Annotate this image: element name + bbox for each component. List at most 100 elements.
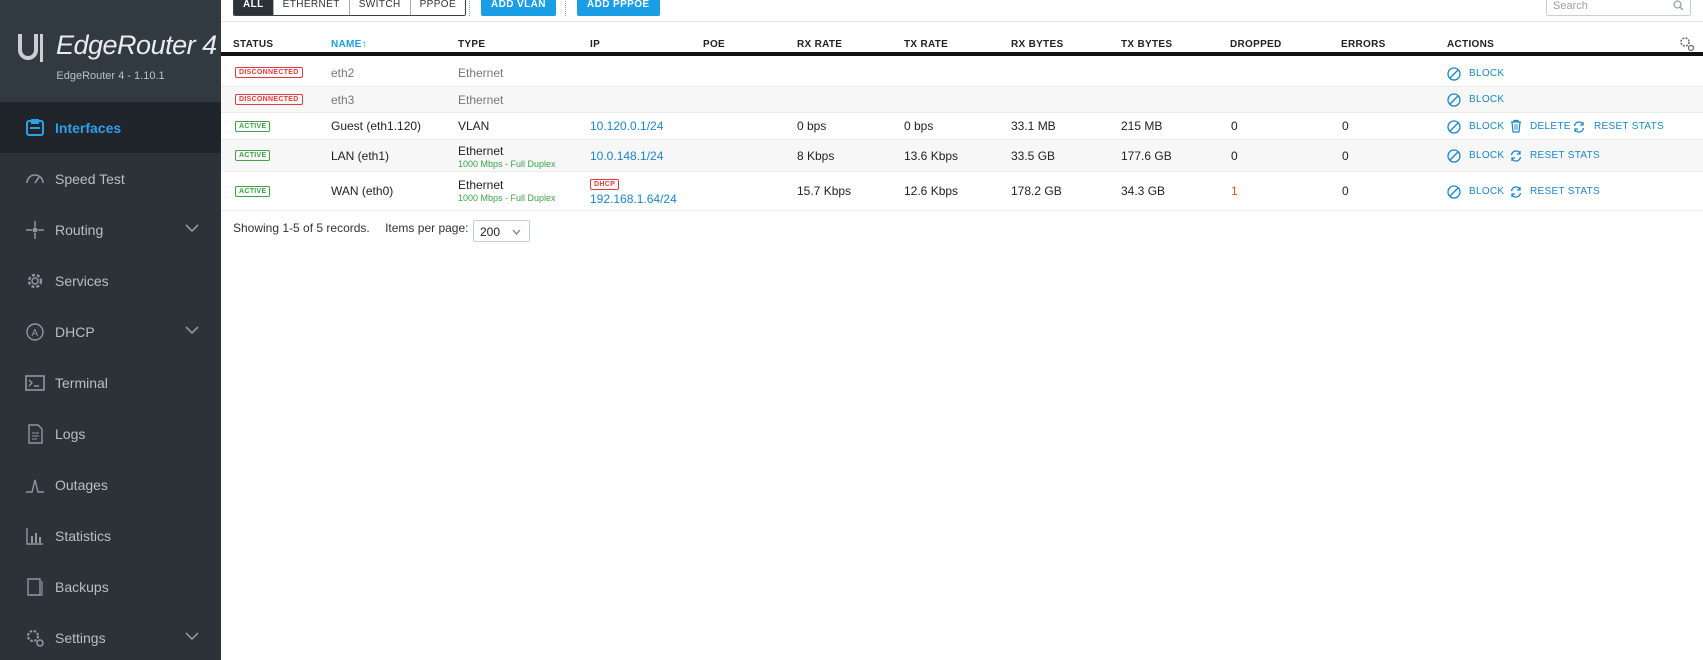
- items-per-page-select[interactable]: 200: [473, 220, 530, 242]
- block-icon[interactable]: [1447, 120, 1461, 134]
- toolbar-divider: [469, 0, 470, 16]
- sidebar-item-logs[interactable]: Logs: [0, 408, 221, 459]
- status-badge: ACTIVE: [235, 150, 271, 161]
- speedometer-icon: [26, 174, 44, 184]
- col-ip[interactable]: IP: [590, 39, 600, 50]
- block-icon[interactable]: [1447, 149, 1461, 163]
- sidebar-item-services[interactable]: Services: [0, 255, 221, 306]
- tx-rate: 0 bps: [904, 119, 934, 133]
- trash-icon[interactable]: [1509, 119, 1523, 133]
- interface-name[interactable]: Guest (eth1.120): [331, 119, 421, 133]
- chevron-down-icon[interactable]: [185, 325, 199, 335]
- dropped: 1: [1231, 184, 1238, 198]
- interface-type: Ethernet: [458, 178, 504, 192]
- errors: 0: [1342, 119, 1349, 133]
- table-header: STATUS NAME↑ TYPE IP POE RX RATE TX RATE…: [221, 30, 1703, 56]
- col-errors[interactable]: ERRORS: [1341, 39, 1386, 50]
- tx-rate: 13.6 Kbps: [904, 149, 959, 163]
- interface-name[interactable]: LAN (eth1): [331, 149, 389, 163]
- filter-switch[interactable]: SWITCH: [348, 0, 410, 15]
- rx-rate: 15.7 Kbps: [797, 184, 852, 198]
- sidebar-item-dhcp[interactable]: A DHCP: [0, 306, 221, 357]
- add-pppoe-button[interactable]: ADD PPPOE: [577, 0, 660, 16]
- block-icon[interactable]: [1447, 93, 1461, 107]
- chevron-down-icon[interactable]: [185, 223, 199, 233]
- toolbar: ALL ETHERNET SWITCH PPPOE ADD VLAN ADD P…: [221, 0, 1703, 22]
- col-poe[interactable]: POE: [703, 39, 725, 50]
- col-tx-rate[interactable]: TX RATE: [904, 39, 948, 50]
- delete-button[interactable]: DELETE: [1530, 121, 1571, 132]
- interface-ip[interactable]: 192.168.1.64/24: [590, 192, 677, 206]
- sidebar-item-label: Outages: [55, 476, 108, 493]
- edgerouter-app: EdgeRouter 4 EdgeRouter 4 - 1.10.1 Inter…: [0, 0, 1703, 660]
- sidebar-item-interfaces[interactable]: Interfaces: [0, 102, 221, 153]
- interface-type: Ethernet: [458, 93, 504, 107]
- interface-ip[interactable]: 10.0.148.1/24: [590, 149, 663, 163]
- block-icon[interactable]: [1447, 67, 1461, 81]
- block-button[interactable]: BLOCK: [1469, 150, 1504, 161]
- reset-stats-button[interactable]: RESET STATS: [1530, 186, 1600, 197]
- refresh-icon[interactable]: [1572, 120, 1586, 134]
- filter-pppoe[interactable]: PPPOE: [409, 0, 466, 15]
- interface-name[interactable]: WAN (eth0): [331, 184, 393, 198]
- main-content: ALL ETHERNET SWITCH PPPOE ADD VLAN ADD P…: [221, 0, 1703, 660]
- sidebar-item-label: Speed Test: [55, 170, 125, 187]
- refresh-icon[interactable]: [1509, 185, 1523, 199]
- sidebar-item-backups[interactable]: Backups: [0, 561, 221, 612]
- search-input[interactable]: Search: [1546, 0, 1691, 16]
- sidebar-item-label: Routing: [55, 221, 104, 238]
- link-speed: 1000 Mbps - Full Duplex: [458, 159, 556, 169]
- bar-chart-icon: [26, 528, 43, 545]
- block-button[interactable]: BLOCK: [1469, 68, 1504, 79]
- filter-ethernet[interactable]: ETHERNET: [272, 0, 349, 15]
- settings-icon: [26, 629, 44, 647]
- chevron-down-icon: [512, 229, 521, 235]
- col-name-label: NAME: [331, 39, 362, 50]
- block-button[interactable]: BLOCK: [1469, 121, 1504, 132]
- col-dropped[interactable]: DROPPED: [1230, 39, 1282, 50]
- add-vlan-button[interactable]: ADD VLAN: [481, 0, 556, 16]
- table-row: ACTIVE WAN (eth0) Ethernet 1000 Mbps - F…: [221, 172, 1703, 211]
- col-rx-bytes[interactable]: RX BYTES: [1011, 39, 1063, 50]
- refresh-icon[interactable]: [1509, 149, 1523, 163]
- backup-icon: [27, 578, 43, 596]
- col-name[interactable]: NAME↑: [331, 39, 367, 50]
- document-icon: [28, 424, 43, 444]
- col-type[interactable]: TYPE: [458, 39, 485, 50]
- sidebar-item-label: Services: [55, 272, 109, 289]
- filter-all[interactable]: ALL: [234, 0, 273, 15]
- errors: 0: [1342, 184, 1349, 198]
- reset-stats-button[interactable]: RESET STATS: [1594, 121, 1664, 132]
- sidebar-item-terminal[interactable]: Terminal: [0, 357, 221, 408]
- sidebar-item-settings[interactable]: Settings: [0, 612, 221, 660]
- dropped: 0: [1231, 149, 1238, 163]
- sidebar-item-outages[interactable]: Outages: [0, 459, 221, 510]
- chevron-down-icon[interactable]: [185, 631, 199, 641]
- sort-asc-icon: ↑: [361, 39, 367, 50]
- search-placeholder: Search: [1553, 0, 1588, 12]
- tx-rate: 12.6 Kbps: [904, 184, 959, 198]
- gear-icon: [27, 273, 43, 289]
- rx-rate: 0 bps: [797, 119, 827, 133]
- sidebar-item-label: Terminal: [55, 374, 108, 391]
- sidebar-item-speed-test[interactable]: Speed Test: [0, 153, 221, 204]
- sidebar-item-routing[interactable]: Routing: [0, 204, 221, 255]
- col-tx-bytes[interactable]: TX BYTES: [1121, 39, 1172, 50]
- col-actions: ACTIONS: [1447, 39, 1495, 50]
- column-settings-icon[interactable]: [1679, 36, 1695, 52]
- reset-stats-button[interactable]: RESET STATS: [1530, 150, 1600, 161]
- search-icon: [1673, 0, 1684, 11]
- col-status[interactable]: STATUS: [233, 39, 273, 50]
- interface-ip[interactable]: 10.120.0.1/24: [590, 119, 663, 133]
- table-row: ACTIVE Guest (eth1.120) VLAN 10.120.0.1/…: [221, 113, 1703, 140]
- col-rx-rate[interactable]: RX RATE: [797, 39, 842, 50]
- interface-name: eth3: [331, 93, 355, 107]
- rx-bytes: 178.2 GB: [1011, 184, 1062, 198]
- block-icon[interactable]: [1447, 185, 1461, 199]
- block-button[interactable]: BLOCK: [1469, 94, 1504, 105]
- block-button[interactable]: BLOCK: [1469, 186, 1504, 197]
- per-page-value: 200: [480, 225, 501, 239]
- interface-type: Ethernet: [458, 144, 504, 158]
- sidebar-item-statistics[interactable]: Statistics: [0, 510, 221, 561]
- brand-version: EdgeRouter 4 - 1.10.1: [56, 70, 165, 82]
